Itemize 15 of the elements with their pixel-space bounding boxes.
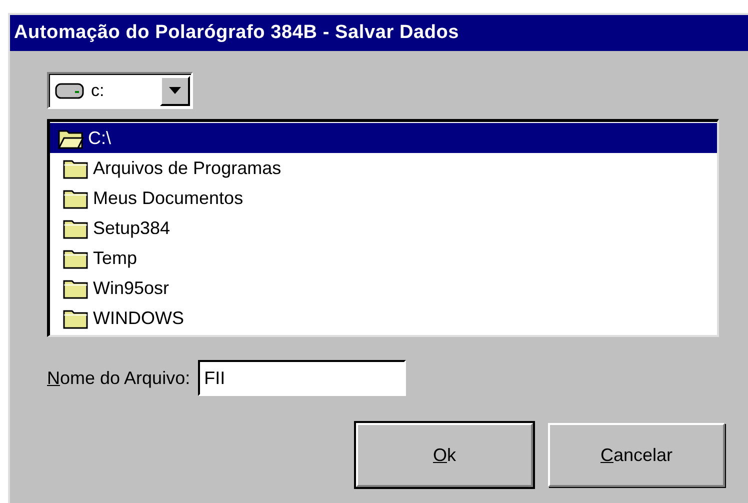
folder-item[interactable]: Arquivos de Programas: [50, 153, 717, 183]
cancel-button[interactable]: Cancelar: [548, 423, 725, 487]
folder-item[interactable]: Win95osr: [50, 273, 717, 303]
drive-label: c:: [91, 80, 106, 100]
file-name-field[interactable]: FII: [198, 360, 406, 396]
window-title: Automação do Polarógrafo 384B - Salvar Dados: [10, 15, 748, 51]
folder-item[interactable]: C:\: [50, 123, 717, 153]
folder-item[interactable]: WINDOWS: [50, 303, 717, 333]
drive-dropdown[interactable]: c:: [47, 72, 193, 109]
folder-item[interactable]: Setup384: [50, 213, 717, 243]
folder-item[interactable]: Temp: [50, 243, 717, 273]
file-name-label: Nome do Arquivo:: [47, 368, 190, 388]
drive-icon: [55, 82, 85, 100]
ok-button[interactable]: Ok: [356, 423, 533, 487]
folder-item[interactable]: Meus Documentos: [50, 183, 717, 213]
